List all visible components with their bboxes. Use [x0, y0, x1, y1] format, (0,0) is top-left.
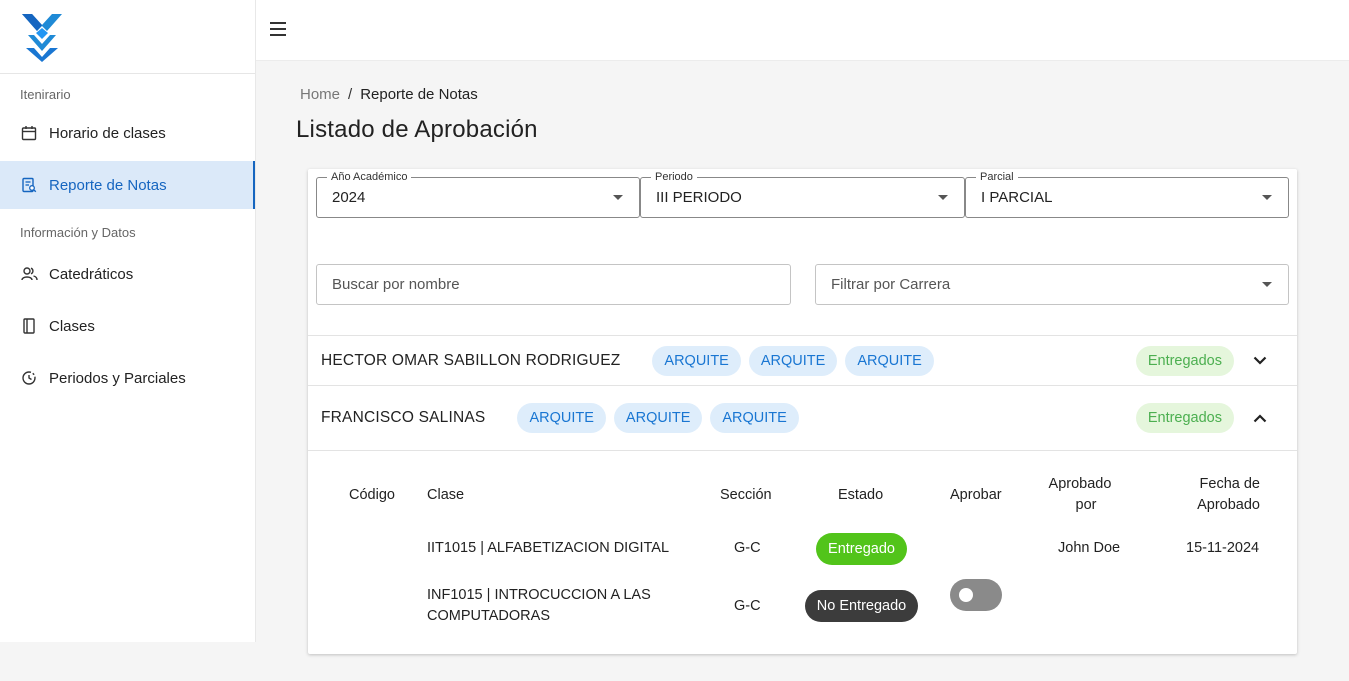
dropdown-arrow-icon [613, 195, 623, 200]
breadcrumb: Home / Reporte de Notas [300, 86, 478, 103]
dropdown-arrow-icon [938, 195, 948, 200]
career-chip: ARQUITE [652, 345, 741, 376]
sidebar: Itenirario Horario de clases Reporte de … [0, 0, 256, 642]
approve-toggle[interactable] [950, 579, 1002, 611]
class-name: INF1015 | INTROCUCCION A LAS COMPUTADORA… [427, 585, 651, 627]
sidebar-item-label: Reporte de Notas [49, 176, 167, 194]
period-select-value: III PERIODO [656, 189, 742, 206]
career-chip: ARQUITE [613, 403, 703, 433]
toggle-knob [959, 588, 973, 602]
page-title: Listado de Aprobación [296, 116, 538, 143]
header-line: Fecha de [1199, 476, 1260, 492]
sidebar-item-periods[interactable]: Periodos y Parciales [0, 354, 255, 402]
column-header-approved-by: Aprobado por [1040, 474, 1120, 516]
teacher-row[interactable]: FRANCISCO SALINAS ARQUITE ARQUITE ARQUIT… [308, 386, 1297, 450]
brand-logo-icon[interactable] [20, 12, 64, 62]
book-icon [20, 317, 38, 335]
sidebar-item-schedule[interactable]: Horario de clases [0, 109, 255, 157]
sidebar-item-grade-report[interactable]: Reporte de Notas [0, 161, 255, 209]
section-label-itinerary: Itenirario [20, 87, 71, 102]
partial-select[interactable]: Parcial I PARCIAL [965, 170, 1289, 218]
approved-date-value: 15-11-2024 [1186, 540, 1260, 556]
period-select[interactable]: Periodo III PERIODO [640, 170, 965, 218]
breadcrumb-current: Reporte de Notas [360, 86, 478, 103]
class-name-line: INF1015 | INTROCUCCION A LAS [427, 587, 651, 603]
approved-by-value: John Doe [1058, 540, 1121, 556]
column-header-approve: Aprobar [950, 487, 1002, 503]
column-header-section: Sección [720, 487, 772, 503]
teacher-name: HECTOR OMAR SABILLON RODRIGUEZ [321, 351, 621, 369]
report-icon [20, 176, 38, 194]
career-chip: ARQUITE [517, 403, 606, 433]
breadcrumb-home-link[interactable]: Home [300, 86, 340, 103]
header-line: Aprobado [1197, 497, 1260, 513]
section-label-info: Información y Datos [20, 225, 136, 240]
search-input-placeholder: Buscar por nombre [332, 276, 460, 293]
hamburger-menu-icon[interactable] [270, 22, 286, 36]
career-filter-placeholder: Filtrar por Carrera [831, 276, 951, 293]
year-select-value: 2024 [332, 189, 366, 206]
dropdown-arrow-icon [1262, 195, 1272, 200]
column-header-approved-date: Fecha de Aprobado [1180, 474, 1260, 516]
state-badge: No Entregado [805, 590, 918, 622]
approval-card: Año Académico 2024 Periodo III PERIODO P… [308, 169, 1297, 654]
status-badge: Entregados [1135, 403, 1234, 433]
class-name: IIT1015 | ALFABETIZACION DIGITAL [427, 540, 670, 556]
career-filter-select[interactable]: Filtrar por Carrera [815, 264, 1289, 305]
section-value: G-C [734, 540, 761, 556]
partial-select-label: Parcial [976, 170, 1018, 184]
career-chip: ARQUITE [748, 345, 838, 376]
calendar-icon [20, 124, 38, 142]
dropdown-arrow-icon [1262, 282, 1272, 287]
divider [308, 450, 1297, 451]
sidebar-item-label: Horario de clases [49, 124, 166, 142]
teacher-row[interactable]: HECTOR OMAR SABILLON RODRIGUEZ ARQUITE A… [308, 336, 1297, 385]
column-header-code: Código [349, 487, 395, 503]
top-bar [256, 0, 1349, 61]
chevron-down-icon[interactable] [1251, 352, 1269, 370]
sidebar-item-label: Catedráticos [49, 265, 134, 283]
header-line: por [1075, 497, 1097, 513]
year-select[interactable]: Año Académico 2024 [316, 170, 640, 218]
section-value: G-C [734, 598, 761, 614]
career-chip: ARQUITE [845, 345, 934, 376]
sidebar-item-teachers[interactable]: Catedráticos [0, 250, 255, 298]
logo-area [0, 0, 255, 74]
history-icon [20, 369, 38, 387]
search-input[interactable]: Buscar por nombre [316, 264, 791, 305]
people-icon [20, 265, 38, 283]
career-chip: ARQUITE [710, 403, 799, 433]
sidebar-item-label: Periodos y Parciales [49, 369, 186, 387]
status-badge: Entregados [1135, 345, 1234, 376]
header-line: Aprobado [1048, 476, 1112, 492]
state-badge: Entregado [816, 533, 907, 565]
column-header-class: Clase [427, 487, 465, 503]
chevron-up-icon[interactable] [1251, 409, 1269, 427]
breadcrumb-separator: / [348, 86, 353, 103]
year-select-label: Año Académico [327, 170, 412, 184]
teacher-name: FRANCISCO SALINAS [321, 409, 486, 426]
column-header-state: Estado [838, 487, 884, 503]
period-select-label: Periodo [651, 170, 697, 184]
class-name-line: COMPUTADORAS [427, 608, 550, 624]
partial-select-value: I PARCIAL [981, 189, 1053, 206]
sidebar-item-classes[interactable]: Clases [0, 302, 255, 350]
sidebar-item-label: Clases [49, 317, 95, 335]
